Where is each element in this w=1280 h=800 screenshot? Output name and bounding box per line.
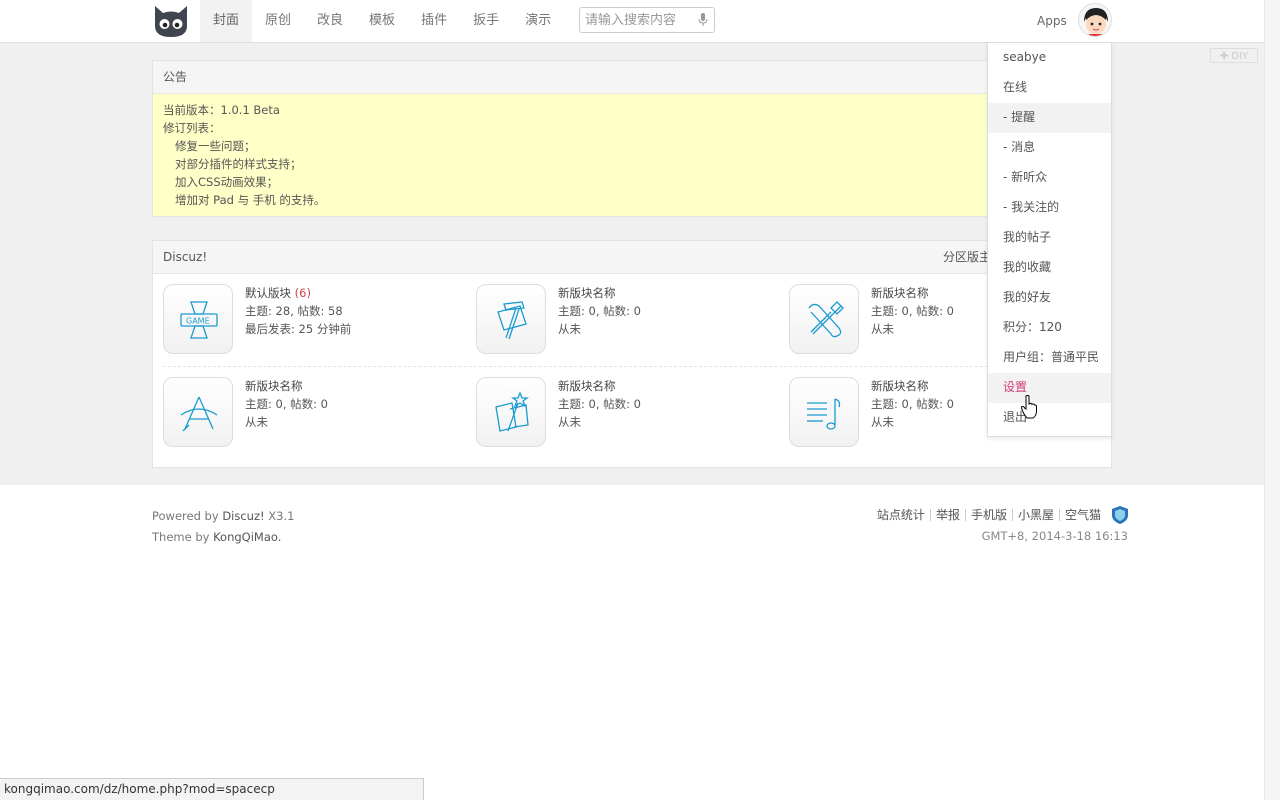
footer-link-mobile[interactable]: 手机版: [964, 509, 1012, 521]
menu-item-messages[interactable]: - 消息: [988, 133, 1111, 163]
notice-line: 当前版本：1.0.1 Beta: [163, 103, 280, 117]
forum-last-post[interactable]: 从未: [245, 413, 328, 431]
notice-line: 修复一些问题；: [175, 139, 256, 153]
svg-text:GAME: GAME: [186, 317, 210, 326]
forum-stats: 主题: 0, 帖数: 0: [871, 397, 955, 411]
page-scrollbar[interactable]: [1264, 0, 1280, 800]
design-icon: [180, 396, 218, 432]
forum-grid: GAME 默认版块 (6) 主题: 28, 帖数: 58 最后发表: 25 分钟…: [153, 274, 1111, 467]
menu-item-my-posts[interactable]: 我的帖子: [988, 223, 1111, 253]
forum-stats: 主题: 28, 帖数: 58: [245, 304, 343, 318]
forum-name[interactable]: 新版块名称: [245, 379, 303, 393]
notice-line: 修订列表：: [163, 121, 221, 135]
search-input[interactable]: [580, 8, 693, 32]
powered-prefix: Powered by: [152, 509, 223, 523]
notice-body: 当前版本：1.0.1 Beta 修订列表： 修复一些问题； 对部分插件的样式支持…: [153, 94, 1111, 216]
menu-item-username[interactable]: seabye: [988, 43, 1111, 73]
hammer-icon: [497, 301, 527, 340]
theme-prefix: Theme by: [152, 530, 214, 544]
forum-stats: 主题: 0, 帖数: 0: [871, 304, 955, 318]
status-bar-url: kongqimao.com/dz/home.php?mod=spacecp: [0, 778, 424, 800]
forum-new-count: (6): [294, 286, 311, 300]
forum-icon-box[interactable]: [476, 284, 546, 354]
nav-item-demo[interactable]: 演示: [512, 0, 564, 42]
forum-name[interactable]: 新版块名称: [558, 379, 616, 393]
forum-icon-box[interactable]: [163, 377, 233, 447]
discuz-link[interactable]: Discuz!: [222, 509, 264, 523]
menu-item-notifications[interactable]: - 提醒: [988, 103, 1111, 133]
hand-cursor-icon: [1021, 395, 1037, 419]
nav-item-original[interactable]: 原创: [252, 0, 304, 42]
forum-name[interactable]: 新版块名称: [558, 286, 616, 300]
forum-last-post[interactable]: 从未: [558, 413, 641, 431]
footer-link-kongqimao[interactable]: 空气猫: [1058, 509, 1106, 521]
avatar-face-icon: [1079, 4, 1111, 36]
music-icon: [807, 398, 841, 430]
forum-stats: 主题: 0, 帖数: 0: [558, 397, 642, 411]
menu-item-favorites[interactable]: 我的收藏: [988, 253, 1111, 283]
forum-last-post[interactable]: 从未: [558, 320, 641, 338]
notice-line: 加入CSS动画效果；: [175, 175, 279, 189]
discuz-version: X3.1: [264, 509, 295, 523]
forum-item: 新版块名称 主题: 0, 帖数: 0 从未: [476, 377, 776, 449]
forum-icon-box[interactable]: [789, 377, 859, 447]
microphone-icon[interactable]: [698, 13, 708, 27]
forum-icon-box[interactable]: [476, 377, 546, 447]
forum-name[interactable]: 默认版块: [245, 286, 291, 300]
user-avatar[interactable]: [1078, 3, 1112, 37]
footer-credits: Powered by Discuz! X3.1 Theme by KongQiM…: [152, 506, 294, 548]
notice-line: 增加对 Pad 与 手机 的支持。: [175, 193, 326, 207]
forum-item: 新版块名称 主题: 0, 帖数: 0 从未: [476, 284, 776, 356]
apps-link[interactable]: Apps: [1037, 14, 1067, 28]
game-icon: GAME: [180, 301, 218, 339]
notice-panel: 公告 当前版本：1.0.1 Beta 修订列表： 修复一些问题； 对部分插件的样…: [152, 60, 1112, 217]
forum-last-post[interactable]: 最后发表: 25 分钟前: [245, 320, 351, 338]
cat-logo-icon[interactable]: [152, 4, 190, 38]
menu-item-new-followers[interactable]: - 新听众: [988, 163, 1111, 193]
nav-item-wrench[interactable]: 扳手: [460, 0, 512, 42]
forum-last-post[interactable]: 从未: [871, 320, 954, 338]
nav-item-improved[interactable]: 改良: [304, 0, 356, 42]
search-box: [579, 7, 715, 33]
nav-item-home[interactable]: 封面: [200, 0, 253, 42]
tools-icon: [808, 301, 844, 338]
nav-item-templates[interactable]: 模板: [356, 0, 408, 42]
nav-item-plugins[interactable]: 插件: [408, 0, 460, 42]
magic-icon: [495, 391, 529, 432]
main-nav: 封面 原创 改良 模板 插件 扳手 演示: [200, 0, 564, 42]
menu-item-settings[interactable]: 设置: [988, 373, 1111, 403]
shield-icon[interactable]: [1112, 506, 1128, 524]
menu-item-logout[interactable]: 退出: [988, 403, 1111, 433]
footer-link-stats[interactable]: 站点统计: [872, 509, 930, 521]
row-divider: [163, 366, 1103, 367]
forum-icon-box[interactable]: [789, 284, 859, 354]
moderator-label: 分区版主: [942, 250, 991, 264]
footer-link-blacklist[interactable]: 小黑屋: [1011, 509, 1059, 521]
footer-link-report[interactable]: 举报: [929, 509, 965, 521]
menu-item-online[interactable]: 在线: [988, 73, 1111, 103]
menu-item-points[interactable]: 积分：120: [988, 313, 1111, 343]
kongqimao-link[interactable]: KongQiMao.: [213, 530, 281, 544]
notice-line: 对部分插件的样式支持；: [175, 157, 302, 171]
menu-item-friends[interactable]: 我的好友: [988, 283, 1111, 313]
forum-item: GAME 默认版块 (6) 主题: 28, 帖数: 58 最后发表: 25 分钟…: [163, 284, 463, 356]
menu-item-following[interactable]: - 我关注的: [988, 193, 1111, 223]
notice-title: 公告: [153, 61, 1111, 94]
footer-links: 站点统计 举报 手机版 小黑屋 空气猫: [872, 506, 1128, 524]
user-dropdown-menu: seabye 在线 - 提醒 - 消息 - 新听众 - 我关注的 我的帖子 我的…: [987, 43, 1112, 437]
diy-button[interactable]: ✚ DIY: [1210, 48, 1258, 63]
forum-icon-box[interactable]: GAME: [163, 284, 233, 354]
top-navigation-bar: 封面 原创 改良 模板 插件 扳手 演示 Apps: [0, 0, 1264, 43]
forum-name[interactable]: 新版块名称: [871, 286, 929, 300]
forum-panel: Discuz! 分区版主 GAME 默认版块 (6) 主题: 28, 帖数: 5…: [152, 240, 1112, 468]
forum-stats: 主题: 0, 帖数: 0: [245, 397, 329, 411]
forum-last-post[interactable]: 从未: [871, 413, 954, 431]
menu-item-user-group[interactable]: 用户组：普通平民: [988, 343, 1111, 373]
forum-stats: 主题: 0, 帖数: 0: [558, 304, 642, 318]
forum-name[interactable]: 新版块名称: [871, 379, 929, 393]
footer-timestamp: GMT+8, 2014-3-18 16:13: [981, 529, 1128, 543]
forum-item: 新版块名称 主题: 0, 帖数: 0 从未: [163, 377, 463, 449]
